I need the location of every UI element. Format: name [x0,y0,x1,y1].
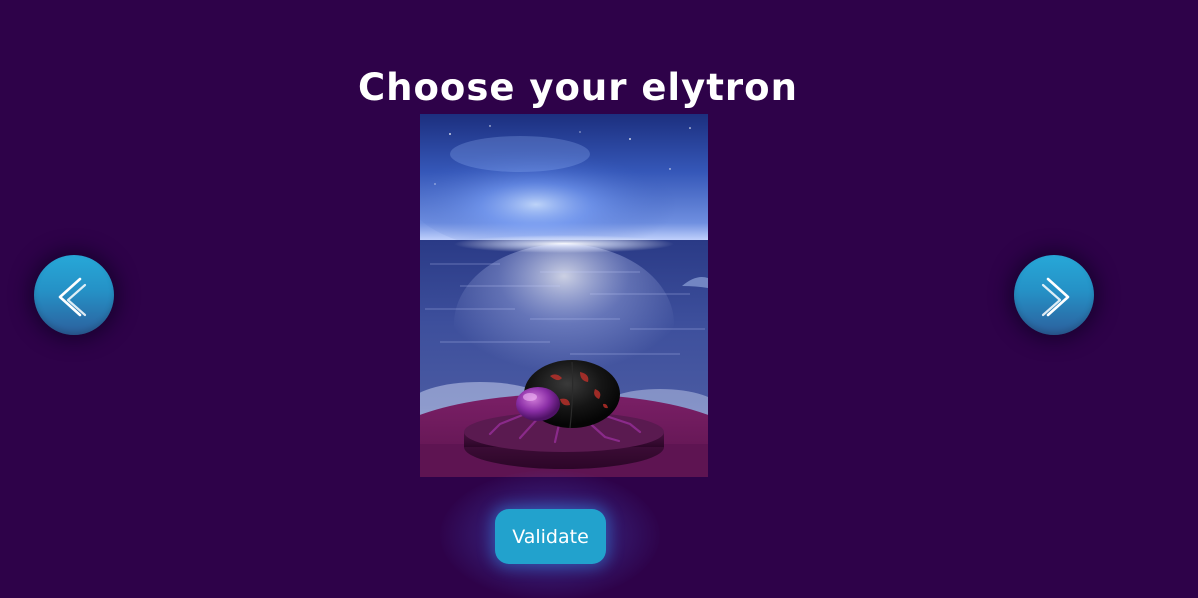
validate-button[interactable]: Validate [495,509,606,564]
page-title: Choose your elytron [358,66,798,109]
elytron-selection-screen: Choose your elytron Validate [0,0,1198,598]
next-elytron-button[interactable] [1014,255,1094,335]
previous-elytron-button[interactable] [34,255,114,335]
chevron-left-icon [58,277,87,317]
elytron-preview-image [420,114,708,477]
chevron-right-icon [1041,277,1070,317]
beetle-on-pedestal-illustration [420,114,708,477]
